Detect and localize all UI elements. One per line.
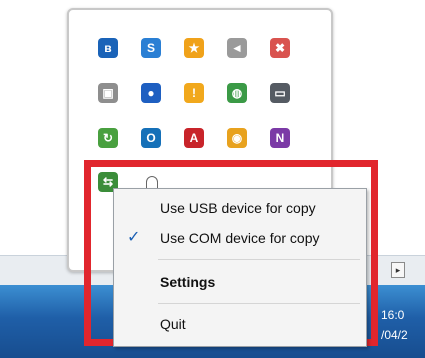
menu-item-label: Use USB device for copy	[160, 200, 316, 216]
tray-icon-grid: ʙ S ★ ◄ ✖ ▣ ●! ◍ ▭ ↻ O A ◉ N	[98, 38, 318, 158]
bluetooth-icon[interactable]: ʙ	[98, 38, 118, 58]
menu-item-settings[interactable]: Settings	[114, 269, 366, 295]
onenote-icon[interactable]: N	[270, 128, 290, 148]
star-badge-icon[interactable]: ★	[184, 38, 204, 58]
scroll-arrow-button[interactable]: ▸	[391, 262, 405, 278]
menu-item-label: Settings	[160, 274, 216, 290]
outlook-icon[interactable]: O	[141, 128, 161, 148]
volume-icon[interactable]: ◄	[227, 38, 247, 58]
pdf-icon[interactable]: A	[184, 128, 204, 148]
globe-icon[interactable]: ◍	[227, 83, 247, 103]
camera-icon[interactable]: ▣	[98, 83, 118, 103]
context-menu: Use USB device for copy ✓ Use COM device…	[113, 188, 367, 347]
menu-separator	[158, 303, 360, 304]
menu-item-use-com[interactable]: ✓ Use COM device for copy	[114, 225, 366, 251]
network-app-icon[interactable]: S	[141, 38, 161, 58]
taskbar-clock[interactable]: 16:0 /04/2	[381, 305, 423, 345]
screen: ▸ 16:0 /04/2 ʙ S ★ ◄ ✖ ▣ ●! ◍ ▭ ↻ O A ◉ N ⇆ Use USB d…	[0, 0, 425, 358]
sync-icon[interactable]: ↻	[98, 128, 118, 148]
blue-circle-app-icon[interactable]: ●	[141, 83, 161, 103]
wifi-error-icon[interactable]: ✖	[270, 38, 290, 58]
menu-item-label: Quit	[160, 316, 186, 332]
checkmark-icon: ✓	[127, 229, 141, 246]
clock-date: /04/2	[381, 328, 408, 342]
clock-time: 16:0	[381, 308, 405, 322]
monitor-icon[interactable]: ▭	[270, 83, 290, 103]
chrome-icon[interactable]: ◉	[227, 128, 247, 148]
menu-item-quit[interactable]: Quit	[114, 311, 366, 337]
menu-item-label: Use COM device for copy	[160, 230, 320, 246]
warning-shield-icon[interactable]: !	[184, 83, 204, 103]
menu-separator	[158, 259, 360, 260]
menu-item-use-usb[interactable]: Use USB device for copy	[114, 195, 366, 221]
